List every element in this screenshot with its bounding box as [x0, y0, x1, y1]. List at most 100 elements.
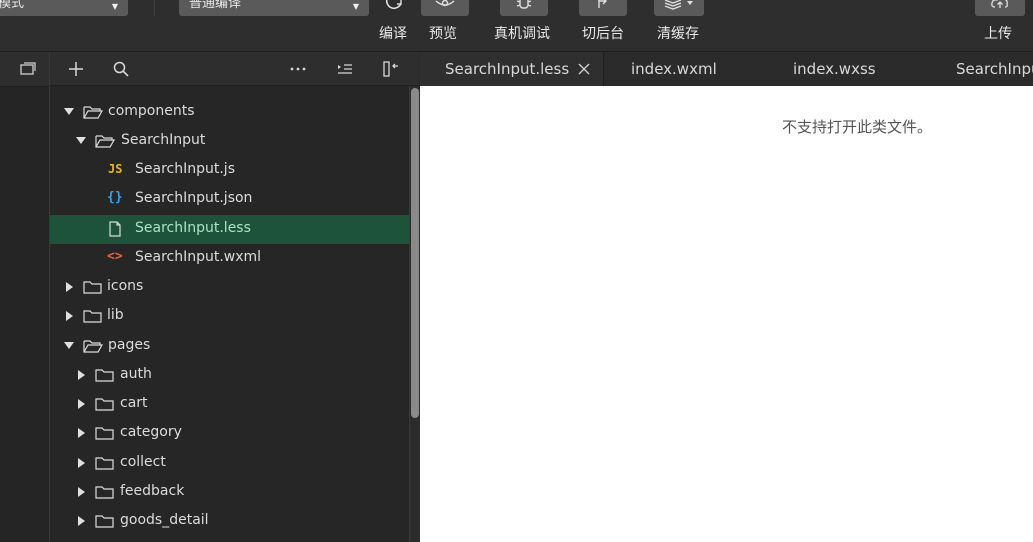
clear-cache-label: 清缓存: [657, 26, 699, 42]
chevron-down-icon: [76, 137, 86, 144]
compile-label: 编译: [379, 26, 407, 42]
compile-button[interactable]: [370, 0, 418, 16]
tree-item-label: goods_detail: [120, 512, 209, 528]
tree-item-label: pages: [108, 337, 151, 353]
chevron-right-icon: [78, 370, 85, 380]
tab-label: index.wxss: [793, 60, 876, 78]
folder-icon: [83, 310, 102, 323]
mode-select-label: 模式: [0, 0, 25, 11]
folder-icon: [83, 281, 102, 294]
close-icon[interactable]: [577, 62, 591, 76]
tree-item-components[interactable]: components: [50, 98, 409, 127]
tab-searchinput[interactable]: SearchInput: [930, 52, 1033, 86]
tree-item-searchinput-js[interactable]: JS SearchInput.js: [50, 156, 409, 185]
tab-index-wxml[interactable]: index.wxml: [605, 52, 755, 86]
chevron-right-icon: [66, 311, 73, 321]
compile-mode-select[interactable]: 普通编译 ▼: [179, 0, 369, 16]
folder-open-icon: [95, 135, 115, 148]
folder-open-icon: [83, 106, 103, 119]
tree-scrollbar[interactable]: [409, 86, 420, 542]
mode-select[interactable]: 模式 ▼: [0, 0, 128, 16]
tab-label: SearchInput.less: [445, 60, 570, 78]
tree-item-lib[interactable]: lib: [50, 302, 409, 331]
js-file-icon: JS: [108, 162, 123, 176]
chevron-down-icon: [64, 108, 74, 115]
more-icon[interactable]: [289, 60, 307, 78]
remote-debug-button[interactable]: [500, 0, 548, 16]
chevron-right-icon: [78, 487, 85, 497]
layers-icon: [664, 0, 693, 10]
file-tree: components SearchInput JS SearchInput.js…: [50, 86, 409, 542]
chevron-right-icon: [78, 458, 85, 468]
file-icon: [109, 221, 121, 237]
collapse-all-icon[interactable]: [336, 60, 354, 78]
folder-icon: [95, 398, 114, 411]
preview-label: 预览: [429, 26, 457, 42]
tree-item-label: SearchInput.less: [135, 220, 251, 236]
tab-searchinput-less[interactable]: SearchInput.less: [420, 52, 604, 86]
folder-icon: [95, 427, 114, 440]
tree-item-searchinput-less[interactable]: SearchInput.less: [50, 215, 409, 244]
tree-item-cart[interactable]: cart: [50, 390, 409, 419]
tree-item-label: collect: [120, 454, 166, 470]
tree-item-searchinput-folder[interactable]: SearchInput: [50, 127, 409, 156]
window-icon[interactable]: [20, 62, 36, 76]
background-button[interactable]: [579, 0, 627, 16]
toolbar-divider: [154, 0, 155, 16]
tree-item-label: category: [120, 424, 182, 440]
tree-item-searchinput-json[interactable]: {} SearchInput.json: [50, 185, 409, 214]
background-label: 切后台: [582, 26, 624, 42]
chevron-right-icon: [78, 428, 85, 438]
preview-button[interactable]: [421, 0, 469, 16]
clear-cache-button[interactable]: [654, 0, 704, 16]
json-file-icon: {}: [107, 190, 123, 205]
add-icon[interactable]: [67, 60, 85, 78]
chevron-down-icon: ▼: [352, 2, 359, 11]
chevron-right-icon: [66, 282, 73, 292]
tree-item-label: components: [108, 103, 195, 119]
wxml-file-icon: <>: [107, 249, 123, 264]
toggle-panel-icon[interactable]: [382, 60, 400, 78]
tree-item-label: SearchInput.json: [135, 190, 253, 206]
tab-label: SearchInput: [956, 60, 1033, 78]
upload-label: 上传: [984, 26, 1012, 42]
tab-index-wxss[interactable]: index.wxss: [765, 52, 915, 86]
tree-item-icons[interactable]: icons: [50, 273, 409, 302]
tree-item-label: SearchInput: [121, 132, 206, 148]
tree-item-pages[interactable]: pages: [50, 332, 409, 361]
bug-icon: [516, 0, 532, 9]
tree-item-label: icons: [107, 278, 144, 294]
tree-item-label: SearchInput.wxml: [135, 249, 262, 265]
chevron-right-icon: [78, 399, 85, 409]
search-icon[interactable]: [112, 60, 130, 78]
unsupported-file-message: 不支持打开此类文件。: [782, 118, 933, 136]
switch-background-icon: [598, 0, 607, 8]
activity-bar-header: [0, 52, 49, 87]
chevron-right-icon: [78, 516, 85, 526]
folder-icon: [95, 369, 114, 382]
editor-tab-bar: SearchInput.less index.wxml index.wxss S…: [420, 52, 1033, 87]
toolbar: 模式 ▼ 普通编译 ▼ 编译 预览 真机调试 切后台 清缓存 上传: [0, 0, 1033, 52]
tree-item-feedback[interactable]: feedback: [50, 478, 409, 507]
tree-item-collect[interactable]: collect: [50, 449, 409, 478]
tree-item-searchinput-wxml[interactable]: <> SearchInput.wxml: [50, 244, 409, 273]
tree-item-label: cart: [120, 395, 148, 411]
tree-item-label: lib: [107, 307, 124, 323]
tree-item-goods-detail[interactable]: goods_detail: [50, 507, 409, 536]
tree-item-label: auth: [120, 366, 152, 382]
upload-button[interactable]: [975, 0, 1025, 16]
remote-debug-label: 真机调试: [494, 26, 550, 42]
scrollbar-thumb[interactable]: [411, 88, 419, 418]
folder-icon: [95, 457, 114, 470]
activity-bar: [0, 52, 50, 542]
explorer-header: [50, 52, 419, 86]
refresh-icon: [385, 0, 402, 10]
chevron-down-icon: ▼: [111, 2, 118, 11]
tree-item-label: SearchInput.js: [135, 161, 235, 177]
tree-item-auth[interactable]: auth: [50, 361, 409, 390]
cloud-upload-icon: [991, 0, 1008, 8]
tree-item-category[interactable]: category: [50, 419, 409, 448]
chevron-down-icon: [64, 342, 74, 349]
folder-icon: [95, 515, 114, 528]
tree-item-label: feedback: [120, 483, 185, 499]
